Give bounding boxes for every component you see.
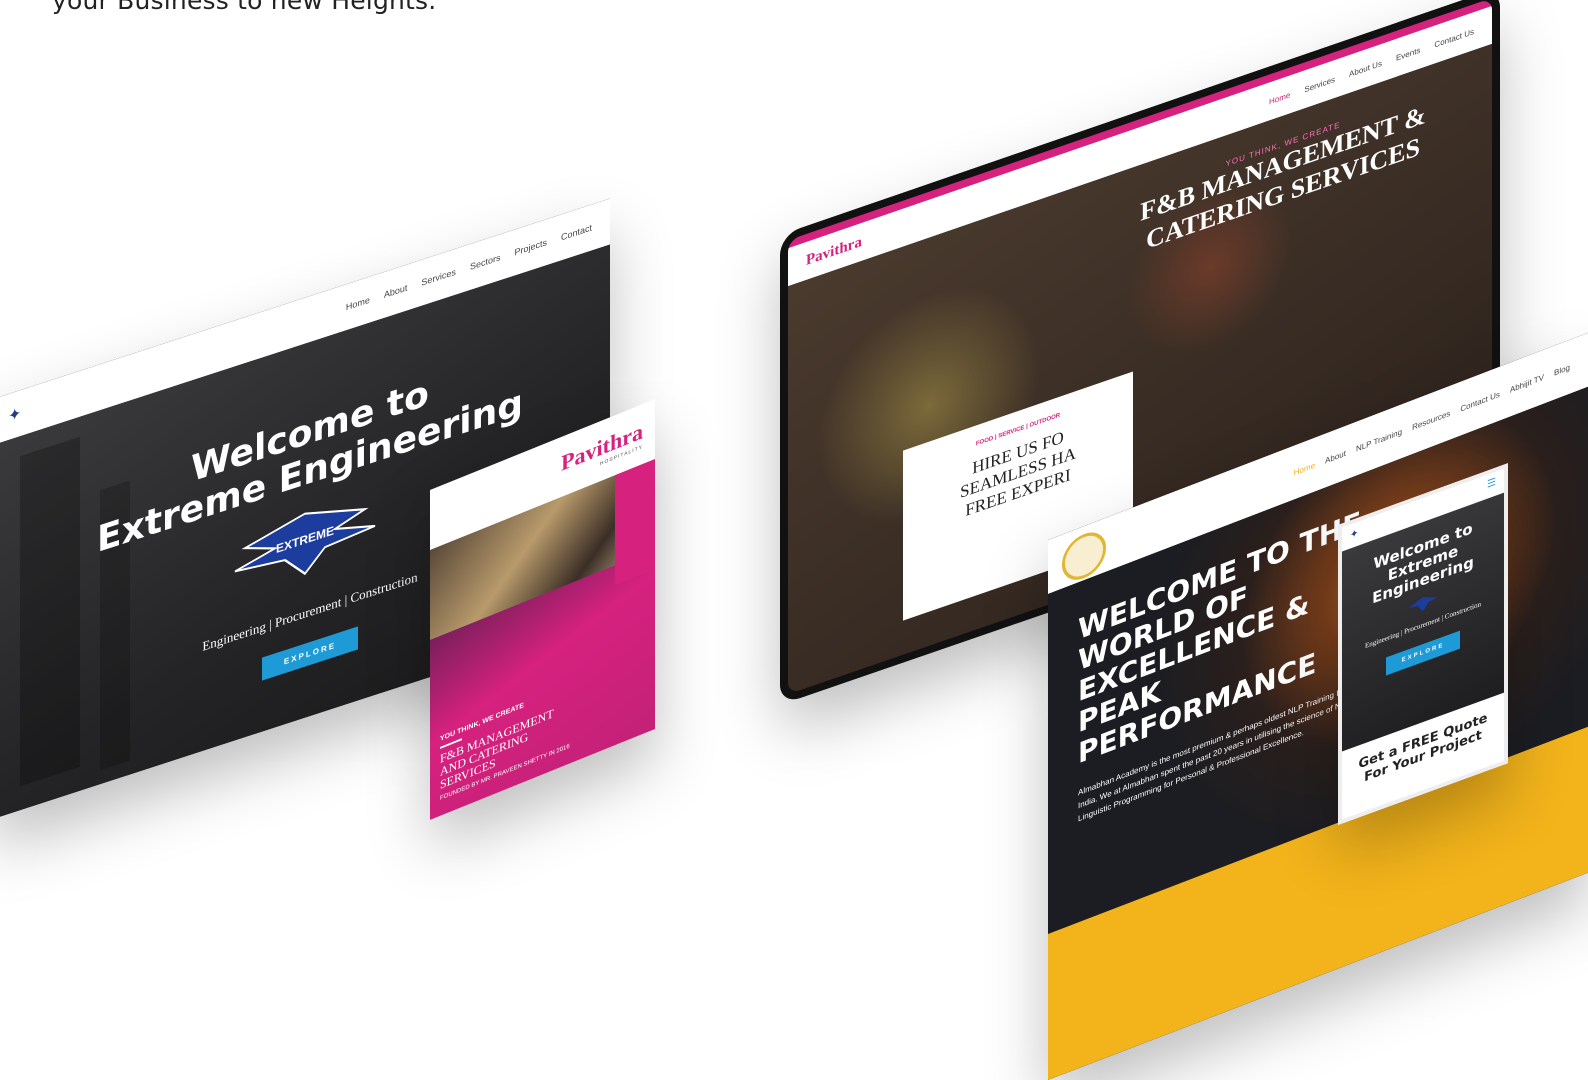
nav-item-home[interactable]: Home (346, 295, 370, 313)
tablet-nav-contact[interactable]: Contact Us (1434, 27, 1474, 50)
nav-item-sectors[interactable]: Sectors (470, 252, 501, 272)
academy-nav-resources[interactable]: Resources (1412, 408, 1450, 432)
tablet-nav-events[interactable]: Events (1396, 45, 1420, 62)
academy-nav-contact[interactable]: Contact Us (1460, 389, 1500, 413)
nav-item-about[interactable]: About (384, 282, 408, 300)
academy-nav-about[interactable]: About (1325, 448, 1346, 465)
nav-logo-icon: ✦ (8, 404, 22, 427)
phone-logo-icon: ✦ (1350, 527, 1359, 542)
explore-button[interactable]: EXPLORE (261, 626, 359, 681)
phone-mockup: ✦ ☰ Welcome to Extreme Engineering Engin… (1338, 463, 1508, 825)
tablet-nav-home[interactable]: Home (1269, 90, 1290, 106)
academy-nav-tv[interactable]: Abhijit TV (1510, 372, 1544, 394)
phone-menu-icon[interactable]: ☰ (1487, 476, 1496, 490)
nav-item-contact[interactable]: Contact (561, 222, 592, 242)
nav-item-projects[interactable]: Projects (514, 237, 547, 258)
tablet-nav-about[interactable]: About Us (1349, 58, 1382, 78)
phone-eagle-icon (1409, 592, 1437, 616)
pink-stripe (615, 459, 655, 586)
tablet-nav-services[interactable]: Services (1304, 74, 1335, 94)
academy-nav-home[interactable]: Home (1294, 460, 1315, 477)
tagline: your Business to new Heights. (52, 0, 437, 15)
nav-item-services[interactable]: Services (421, 267, 456, 288)
academy-nav-blog[interactable]: Blog (1554, 362, 1570, 377)
academy-nav-nlp[interactable]: NLP Training (1356, 427, 1402, 454)
